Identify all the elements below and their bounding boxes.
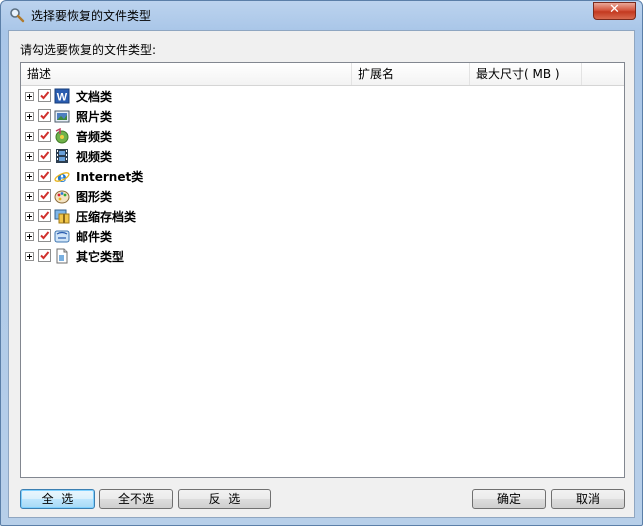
title-bar[interactable]: 选择要恢复的文件类型 ✕ — [1, 1, 642, 29]
expand-icon[interactable] — [25, 232, 34, 241]
list-item[interactable]: 压缩存档类 — [21, 206, 621, 226]
item-checkbox[interactable] — [38, 129, 51, 142]
item-checkbox[interactable] — [38, 109, 51, 122]
list-item[interactable]: 照片类 — [21, 106, 621, 126]
close-icon: ✕ — [609, 2, 620, 17]
column-header-description[interactable]: 描述 — [21, 63, 352, 85]
list-item[interactable]: 其它类型 — [21, 246, 621, 266]
invert-selection-button[interactable]: 反 选 — [178, 489, 271, 509]
item-checkbox[interactable] — [38, 189, 51, 202]
item-checkbox[interactable] — [38, 169, 51, 182]
ok-button[interactable]: 确定 — [472, 489, 546, 509]
mail-icon — [54, 230, 70, 243]
dialog-body: 请勾选要恢复的文件类型: 描述 扩展名 最大尺寸( MB ) W 文档类 照片类 — [8, 30, 635, 518]
expand-icon[interactable] — [25, 192, 34, 201]
select-all-button[interactable]: 全 选 — [20, 489, 95, 509]
cancel-button[interactable]: 取消 — [551, 489, 625, 509]
list-item[interactable]: W 文档类 — [21, 86, 621, 106]
list-item[interactable]: 邮件类 — [21, 226, 621, 246]
file-type-list[interactable]: 描述 扩展名 最大尺寸( MB ) W 文档类 照片类 音频类 视频类 e In… — [20, 62, 625, 478]
column-header-extension[interactable]: 扩展名 — [352, 63, 470, 85]
item-label: 视频类 — [76, 150, 113, 164]
item-checkbox[interactable] — [38, 229, 51, 242]
list-header: 描述 扩展名 最大尺寸( MB ) — [21, 63, 624, 86]
item-checkbox[interactable] — [38, 149, 51, 162]
item-label: 邮件类 — [76, 230, 113, 244]
photo-icon — [54, 110, 70, 123]
item-label: Internet类 — [76, 170, 144, 184]
expand-icon[interactable] — [25, 252, 34, 261]
item-label: 其它类型 — [76, 250, 125, 264]
expand-icon[interactable] — [25, 132, 34, 141]
item-checkbox[interactable] — [38, 209, 51, 222]
item-label: 文档类 — [76, 90, 113, 104]
app-magnifier-icon — [10, 8, 25, 23]
select-none-button[interactable]: 全不选 — [99, 489, 173, 509]
expand-icon[interactable] — [25, 152, 34, 161]
audio-icon — [55, 128, 69, 144]
expand-icon[interactable] — [25, 112, 34, 121]
list-item[interactable]: 视频类 — [21, 146, 621, 166]
other-file-icon — [56, 248, 68, 264]
dialog-window: 选择要恢复的文件类型 ✕ 请勾选要恢复的文件类型: 描述 扩展名 最大尺寸( M… — [0, 0, 643, 526]
archive-icon — [54, 209, 70, 224]
expand-icon[interactable] — [25, 172, 34, 181]
expand-icon[interactable] — [25, 212, 34, 221]
column-header-max-size[interactable]: 最大尺寸( MB ) — [470, 63, 582, 85]
graphics-palette-icon — [54, 190, 70, 204]
item-label: 图形类 — [76, 190, 113, 204]
video-film-icon — [56, 149, 68, 163]
item-checkbox[interactable] — [38, 89, 51, 102]
list-item[interactable]: 音频类 — [21, 126, 621, 146]
instruction-label: 请勾选要恢复的文件类型: — [20, 43, 157, 57]
list-item[interactable]: 图形类 — [21, 186, 621, 206]
window-title: 选择要恢复的文件类型 — [31, 9, 152, 23]
list-item[interactable]: e Internet类 — [21, 166, 621, 186]
item-label: 照片类 — [76, 110, 113, 124]
word-document-icon: W — [54, 88, 70, 104]
internet-explorer-icon: e — [54, 168, 70, 184]
item-checkbox[interactable] — [38, 249, 51, 262]
item-label: 音频类 — [76, 130, 113, 144]
item-label: 压缩存档类 — [76, 210, 137, 224]
close-button[interactable]: ✕ — [593, 2, 636, 20]
expand-icon[interactable] — [25, 92, 34, 101]
svg-text:W: W — [57, 92, 68, 104]
